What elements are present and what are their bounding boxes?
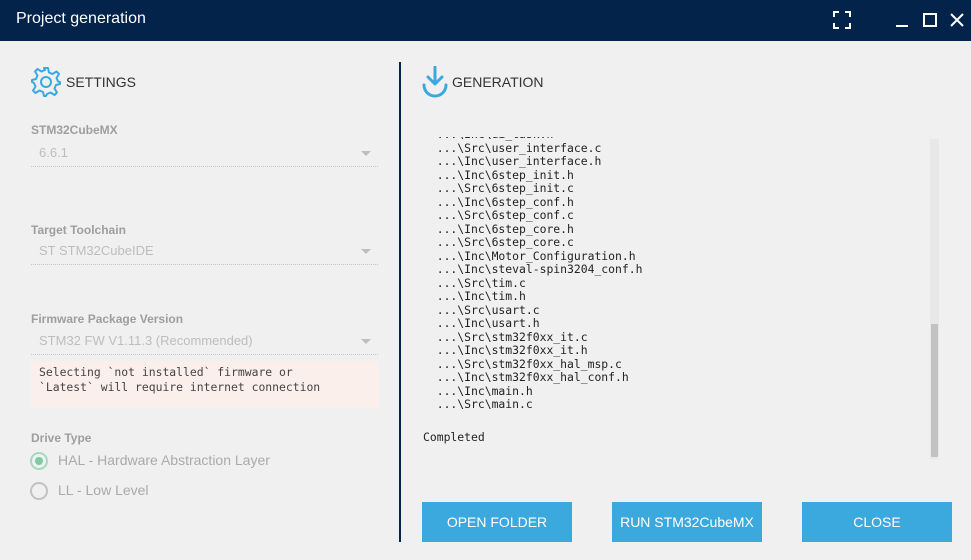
log-line: ...\Inc\usart.h <box>423 316 540 330</box>
toolchain-value: ST STM32CubeIDE <box>39 243 154 258</box>
minimize-icon[interactable] <box>893 11 911 29</box>
log-line: ...\Inc\6step_init.h <box>423 167 574 182</box>
radio-unchecked-icon <box>30 482 48 500</box>
cubemx-version-value: 6.6.1 <box>39 145 68 160</box>
log-line: ...\Src\stm32f0xx_it.c <box>423 329 588 344</box>
run-cubemx-button[interactable]: RUN STM32CubeMX <box>612 502 762 542</box>
fullscreen-icon[interactable] <box>833 11 851 29</box>
toolchain-label: Target Toolchain <box>31 223 126 237</box>
open-folder-button[interactable]: OPEN FOLDER <box>422 502 572 542</box>
generation-log: ...\Inc\ui_task.h ...\Src\user_interface… <box>420 137 942 460</box>
log-line: ...\Inc\user_interface.h <box>423 154 602 168</box>
log-line: ...\Inc\6step_core.h <box>423 221 574 236</box>
window-title: Project generation <box>16 10 146 27</box>
settings-header: SETTINGS <box>66 74 137 90</box>
firmware-label: Firmware Package Version <box>31 312 184 326</box>
maximize-icon[interactable] <box>921 11 939 29</box>
log-line: ...\Src\6step_core.c <box>423 235 574 249</box>
chevron-down-icon <box>361 339 371 344</box>
log-lines: ...\Inc\ui_task.h ...\Src\user_interface… <box>423 137 643 412</box>
firmware-value: STM32 FW V1.11.3 (Recommended) <box>39 333 253 348</box>
log-line: ...\Src\6step_conf.c <box>423 208 574 222</box>
title-bar: Project generation <box>0 0 971 41</box>
log-line: ...\Inc\main.h <box>423 383 533 398</box>
panel-divider <box>399 62 401 542</box>
log-line: ...\Inc\stm32f0xx_hal_conf.h <box>423 370 629 384</box>
firmware-select: STM32 FW V1.11.3 (Recommended) <box>31 330 378 355</box>
radio-checked-icon <box>30 452 48 470</box>
log-scrollbar[interactable] <box>930 139 939 459</box>
log-scrollbar-thumb[interactable] <box>931 324 938 457</box>
log-line: ...\Src\usart.c <box>423 302 540 317</box>
log-line: ...\Inc\steval-spin3204_conf.h <box>423 262 643 276</box>
firmware-warning: Selecting `not installed` firmware or `L… <box>31 361 379 408</box>
close-button[interactable]: CLOSE <box>802 502 952 542</box>
warning-line-2: `Latest` will require internet connectio… <box>39 380 321 394</box>
warning-line-1: Selecting `not installed` firmware or <box>39 365 293 379</box>
log-line: ...\Inc\tim.h <box>423 289 526 303</box>
chevron-down-icon <box>361 151 371 156</box>
log-line: ...\Src\main.c <box>423 397 533 411</box>
log-line: ...\Src\tim.c <box>423 275 526 290</box>
toolchain-select: ST STM32CubeIDE <box>31 240 378 265</box>
close-icon[interactable] <box>948 11 966 29</box>
cubemx-label: STM32CubeMX <box>31 123 118 137</box>
gear-icon <box>31 67 61 97</box>
radio-hal-label: HAL - Hardware Abstraction Layer <box>58 452 270 468</box>
download-icon <box>422 66 448 98</box>
generation-header: GENERATION <box>452 74 544 90</box>
log-line: ...\Inc\stm32f0xx_it.h <box>423 343 588 357</box>
log-line: ...\Src\stm32f0xx_hal_msp.c <box>423 356 622 371</box>
log-line: ...\Src\6step_init.c <box>423 181 574 195</box>
log-status: Completed <box>423 430 485 444</box>
radio-ll-label: LL - Low Level <box>58 482 149 498</box>
chevron-down-icon <box>361 249 371 254</box>
log-line: ...\Src\user_interface.c <box>423 140 602 155</box>
cubemx-version-select: 6.6.1 <box>31 142 378 167</box>
drive-type-label: Drive Type <box>31 431 92 445</box>
log-line: ...\Inc\Motor_Configuration.h <box>423 248 636 263</box>
log-line: ...\Inc\6step_conf.h <box>423 194 574 209</box>
